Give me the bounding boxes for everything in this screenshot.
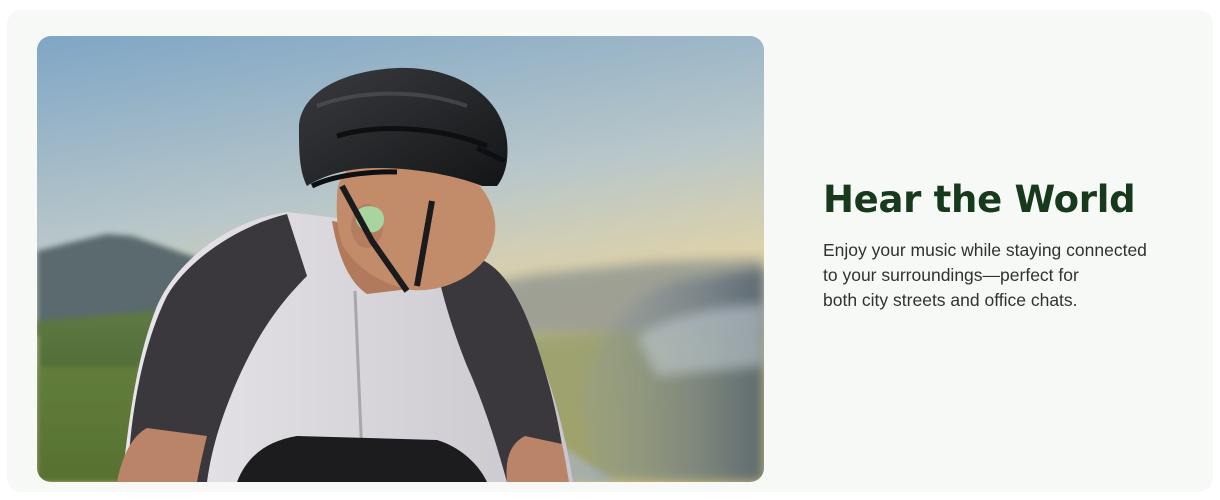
hero-photo — [37, 36, 764, 482]
feature-copy: Hear the World Enjoy your music while st… — [823, 176, 1203, 313]
description-line: both city streets and office chats. — [823, 290, 1078, 310]
description: Enjoy your music while staying connected… — [823, 238, 1203, 313]
description-line: to your surroundings—perfect for — [823, 265, 1079, 285]
description-line: Enjoy your music while staying connected — [823, 240, 1147, 260]
headline: Hear the World — [823, 178, 1136, 221]
